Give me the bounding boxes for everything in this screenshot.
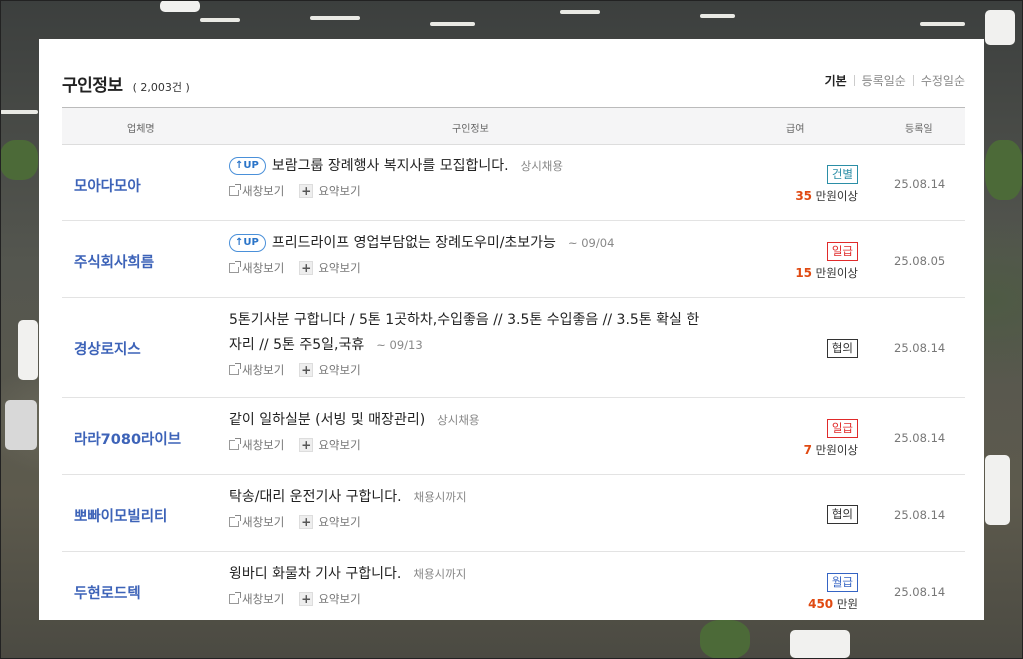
new-window-link[interactable]: 새창보기 bbox=[229, 437, 284, 453]
pay-type-badge: 월급 bbox=[826, 573, 858, 592]
job-info: 윙바디 화물차 기사 구합니다. 채용시까지 새창보기 + 요약보기 bbox=[229, 562, 709, 607]
new-window-link[interactable]: 새창보기 bbox=[229, 362, 284, 378]
summary-link[interactable]: + 요약보기 bbox=[299, 514, 361, 530]
sort-registered[interactable]: 등록일순 bbox=[862, 72, 906, 89]
register-date: 25.08.14 bbox=[894, 431, 946, 445]
divider bbox=[912, 75, 914, 86]
table-row: 주식회사희름 ↑UP 프리드라이프 영업부담없는 장례도우미/초보가능 ~ 09/0… bbox=[62, 221, 965, 298]
column-pay: 급여 bbox=[786, 124, 805, 135]
pay-type-badge: 건별 bbox=[826, 165, 858, 184]
column-company: 업체명 bbox=[127, 124, 155, 135]
company-name[interactable]: 모아다모아 bbox=[74, 175, 141, 196]
job-deadline: 채용시까지 bbox=[413, 490, 467, 504]
pay-type-badge: 일급 bbox=[826, 419, 858, 438]
new-window-link[interactable]: 새창보기 bbox=[229, 183, 284, 199]
job-deadline: 상시채용 bbox=[520, 159, 563, 173]
summary-link[interactable]: + 요약보기 bbox=[299, 260, 361, 276]
job-info: 5톤기사분 구합니다 / 5톤 1곳하차,수입좋음 // 3.5톤 수입좋음 /… bbox=[229, 308, 709, 378]
page-title: 구인정보 bbox=[62, 76, 123, 96]
up-badge[interactable]: ↑UP bbox=[229, 157, 266, 175]
job-title[interactable]: 탁송/대리 운전기사 구합니다. bbox=[229, 489, 402, 505]
sort-modified[interactable]: 수정일순 bbox=[921, 72, 965, 89]
job-info: ↑UP 프리드라이프 영업부담없는 장례도우미/초보가능 ~ 09/04 새창보기 … bbox=[229, 231, 709, 276]
table-row: 두현로드텍 윙바디 화물차 기사 구합니다. 채용시까지 새창보기 + 요약보기 월… bbox=[62, 552, 965, 620]
pay-type-badge: 협의 bbox=[826, 339, 858, 358]
job-deadline: ~ 09/13 bbox=[376, 338, 423, 352]
pay-unit: 만원이상 bbox=[815, 443, 858, 457]
pay-amount: 15 bbox=[795, 266, 813, 280]
column-info: 구인정보 bbox=[452, 124, 489, 135]
company-name[interactable]: 주식회사희름 bbox=[74, 251, 154, 272]
new-window-link[interactable]: 새창보기 bbox=[229, 260, 284, 276]
job-title[interactable]: 프리드라이프 영업부담없는 장례도우미/초보가능 bbox=[272, 235, 556, 251]
external-link-icon bbox=[229, 438, 241, 450]
divider bbox=[853, 75, 855, 86]
external-link-icon bbox=[229, 363, 241, 375]
pay-amount: 450 bbox=[808, 597, 834, 611]
job-title[interactable]: 5톤기사분 구합니다 / 5톤 1곳하차,수입좋음 // 3.5톤 수입좋음 /… bbox=[229, 312, 699, 353]
new-window-link[interactable]: 새창보기 bbox=[229, 514, 284, 530]
job-info: ↑UP 보람그룹 장례행사 복지사를 모집합니다. 상시채용 새창보기 + 요약보기 bbox=[229, 154, 709, 199]
job-deadline: ~ 09/04 bbox=[567, 236, 615, 250]
table-row: 모아다모아 ↑UP 보람그룹 장례행사 복지사를 모집합니다. 상시채용 새창보기 … bbox=[62, 144, 965, 221]
job-info: 탁송/대리 운전기사 구합니다. 채용시까지 새창보기 + 요약보기 bbox=[229, 485, 709, 530]
table-row: 라라7080라이브 같이 일하실분 (서빙 및 매장관리) 상시채용 새창보기 +… bbox=[62, 398, 965, 475]
summary-link[interactable]: + 요약보기 bbox=[299, 591, 361, 607]
job-info: 같이 일하실분 (서빙 및 매장관리) 상시채용 새창보기 + 요약보기 bbox=[229, 408, 709, 453]
column-date: 등록일 bbox=[905, 124, 933, 135]
sort-default[interactable]: 기본 bbox=[825, 72, 847, 89]
pay-amount: 7 bbox=[803, 443, 813, 457]
job-title[interactable]: 윙바디 화물차 기사 구합니다. bbox=[229, 566, 401, 582]
job-deadline: 채용시까지 bbox=[413, 567, 467, 581]
plus-icon: + bbox=[299, 184, 314, 198]
pay-info: 일급 7 만원이상 bbox=[804, 417, 858, 458]
new-window-link[interactable]: 새창보기 bbox=[229, 591, 284, 607]
plus-icon: + bbox=[299, 438, 314, 452]
external-link-icon bbox=[229, 184, 241, 196]
company-name[interactable]: 라라7080라이브 bbox=[74, 428, 181, 449]
summary-link[interactable]: + 요약보기 bbox=[299, 437, 361, 453]
pay-unit: 만원 bbox=[836, 597, 858, 611]
pay-unit: 만원이상 bbox=[815, 189, 858, 203]
summary-link[interactable]: + 요약보기 bbox=[299, 183, 361, 199]
pay-info: 일급 15 만원이상 bbox=[795, 240, 858, 281]
summary-link[interactable]: + 요약보기 bbox=[299, 362, 361, 378]
register-date: 25.08.14 bbox=[894, 585, 946, 599]
table-row: 경상로지스 5톤기사분 구합니다 / 5톤 1곳하차,수입좋음 // 3.5톤 … bbox=[62, 298, 965, 398]
plus-icon: + bbox=[299, 592, 314, 606]
sort-options: 기본 등록일순 수정일순 bbox=[825, 72, 965, 89]
pay-unit: 만원이상 bbox=[815, 266, 858, 280]
register-date: 25.08.14 bbox=[894, 177, 946, 191]
company-name[interactable]: 뽀빠이모빌리티 bbox=[74, 505, 167, 526]
company-name[interactable]: 경상로지스 bbox=[74, 338, 141, 359]
list-header: 구인정보 ( 2,003건 ) bbox=[62, 71, 190, 96]
plus-icon: + bbox=[299, 363, 314, 377]
job-title[interactable]: 보람그룹 장례행사 복지사를 모집합니다. bbox=[272, 158, 509, 174]
external-link-icon bbox=[229, 261, 241, 273]
job-deadline: 상시채용 bbox=[437, 413, 480, 427]
register-date: 25.08.05 bbox=[894, 254, 946, 268]
job-title[interactable]: 같이 일하실분 (서빙 및 매장관리) bbox=[229, 412, 425, 428]
pay-type-badge: 일급 bbox=[826, 242, 858, 261]
job-list-panel: 구인정보 ( 2,003건 ) 기본 등록일순 수정일순 업체명 구인정보 급여… bbox=[39, 39, 984, 620]
pay-type-badge: 협의 bbox=[826, 505, 858, 524]
external-link-icon bbox=[229, 515, 241, 527]
register-date: 25.08.14 bbox=[894, 341, 946, 355]
pay-info: 협의 bbox=[826, 503, 858, 524]
table-row: 뽀빠이모빌리티 탁송/대리 운전기사 구합니다. 채용시까지 새창보기 + 요약보기… bbox=[62, 475, 965, 552]
pay-info: 협의 bbox=[826, 337, 858, 358]
pay-info: 건별 35 만원이상 bbox=[795, 163, 858, 204]
plus-icon: + bbox=[299, 261, 314, 275]
result-count: ( 2,003건 ) bbox=[132, 81, 190, 94]
plus-icon: + bbox=[299, 515, 314, 529]
table-header: 업체명 구인정보 급여 등록일 bbox=[62, 107, 965, 145]
external-link-icon bbox=[229, 592, 241, 604]
pay-info: 월급 450 만원 bbox=[808, 571, 858, 612]
pay-amount: 35 bbox=[795, 189, 813, 203]
company-name[interactable]: 두현로드텍 bbox=[74, 582, 141, 603]
register-date: 25.08.14 bbox=[894, 508, 946, 522]
up-badge[interactable]: ↑UP bbox=[229, 234, 266, 252]
